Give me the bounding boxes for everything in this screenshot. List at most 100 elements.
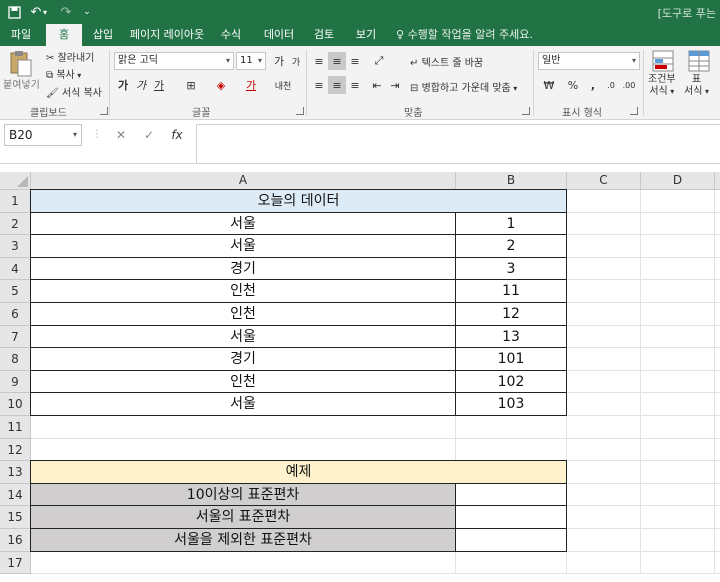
fill-color-icon[interactable]: ◈ bbox=[212, 76, 230, 94]
row-header[interactable]: 15 bbox=[0, 506, 31, 529]
select-all-corner[interactable] bbox=[0, 172, 31, 190]
increase-indent-icon[interactable]: ⇥ bbox=[386, 76, 404, 94]
increase-decimal-icon[interactable]: .0 bbox=[602, 76, 620, 94]
city-cell[interactable]: 서울 bbox=[31, 325, 456, 349]
column-header-c[interactable]: C bbox=[567, 172, 641, 190]
cancel-icon[interactable]: ✕ bbox=[110, 124, 132, 146]
format-as-table-button[interactable]: 표 서식 ▾ bbox=[684, 74, 709, 98]
value-cell[interactable]: 103 bbox=[456, 393, 567, 416]
decrease-indent-icon[interactable]: ⇤ bbox=[368, 76, 386, 94]
tab-home[interactable]: 홈 bbox=[46, 24, 82, 46]
row-header[interactable]: 16 bbox=[0, 529, 31, 552]
example-label-cell[interactable]: 서울의 표준편차 bbox=[31, 506, 456, 529]
format-as-table-icon[interactable] bbox=[688, 50, 710, 72]
city-cell[interactable]: 경기 bbox=[31, 257, 456, 281]
row-header[interactable]: 4 bbox=[0, 257, 31, 281]
borders-icon[interactable]: ⊞ bbox=[182, 76, 200, 94]
redo-icon[interactable]: ↷ bbox=[56, 2, 76, 22]
undo-dropdown-icon[interactable]: ▾ bbox=[40, 2, 50, 22]
value-cell[interactable]: 11 bbox=[456, 280, 567, 303]
row-header[interactable]: 3 bbox=[0, 235, 31, 258]
tab-review[interactable]: 검토 bbox=[306, 24, 342, 46]
city-cell[interactable]: 인천 bbox=[31, 280, 456, 303]
conditional-formatting-icon[interactable] bbox=[652, 50, 674, 72]
city-cell[interactable]: 서울 bbox=[31, 235, 456, 258]
merge-center-button[interactable]: ⊟ 병합하고 가운데 맞춤 ▾ bbox=[410, 79, 517, 94]
comma-icon[interactable]: , bbox=[584, 76, 602, 94]
row-header[interactable]: 12 bbox=[0, 438, 31, 462]
conditional-formatting-button[interactable]: 조건부 서식 ▾ bbox=[648, 74, 676, 98]
align-left-icon[interactable]: ≡ bbox=[310, 76, 328, 94]
tab-data[interactable]: 데이터 bbox=[258, 24, 300, 46]
city-cell[interactable]: 서울 bbox=[31, 393, 456, 416]
row-header[interactable]: 6 bbox=[0, 303, 31, 326]
bold-icon[interactable]: 가 bbox=[114, 76, 132, 94]
city-cell[interactable]: 인천 bbox=[31, 370, 456, 394]
row-header[interactable]: 14 bbox=[0, 483, 31, 507]
paste-button[interactable]: 붙여넣기 bbox=[3, 76, 40, 91]
increase-font-icon[interactable]: 가 bbox=[270, 52, 288, 70]
align-center-icon[interactable]: ≡ bbox=[328, 76, 346, 94]
city-cell[interactable]: 서울 bbox=[31, 212, 456, 236]
city-cell[interactable]: 경기 bbox=[31, 348, 456, 371]
align-right-icon[interactable]: ≡ bbox=[346, 76, 364, 94]
font-name-select[interactable]: 맑은 고딕 ▾ bbox=[114, 52, 234, 70]
number-launcher-icon[interactable] bbox=[630, 107, 638, 115]
font-launcher-icon[interactable] bbox=[296, 107, 304, 115]
copy-button[interactable]: ⧉ 복사 ▾ bbox=[46, 66, 81, 81]
value-cell[interactable]: 13 bbox=[456, 325, 567, 349]
row-header[interactable]: 10 bbox=[0, 393, 31, 416]
enter-icon[interactable]: ✓ bbox=[138, 124, 160, 146]
name-box[interactable]: B20 ▾ bbox=[4, 124, 82, 146]
underline-icon[interactable]: 가 bbox=[150, 76, 168, 94]
percent-icon[interactable]: % bbox=[564, 76, 582, 94]
column-header-d[interactable]: D bbox=[641, 172, 715, 190]
row-header[interactable]: 2 bbox=[0, 212, 31, 236]
value-cell[interactable]: 102 bbox=[456, 370, 567, 394]
alignment-launcher-icon[interactable] bbox=[522, 107, 530, 115]
example-title-cell[interactable]: 예제 bbox=[31, 461, 567, 484]
align-bottom-icon[interactable]: ≡ bbox=[346, 52, 364, 70]
column-header-a[interactable]: A bbox=[31, 172, 456, 190]
formula-bar-grip-icon[interactable]: ⋮ bbox=[92, 128, 102, 142]
phonetic-icon[interactable]: 내천 bbox=[274, 76, 292, 94]
number-format-select[interactable]: 일반 ▾ bbox=[538, 52, 640, 70]
value-cell[interactable]: 101 bbox=[456, 348, 567, 371]
formula-input[interactable] bbox=[196, 124, 720, 164]
example-value-cell[interactable] bbox=[456, 529, 567, 552]
example-label-cell[interactable]: 서울을 제외한 표준편차 bbox=[31, 529, 456, 552]
font-size-select[interactable]: 11 ▾ bbox=[236, 52, 266, 70]
align-top-icon[interactable]: ≡ bbox=[310, 52, 328, 70]
row-header[interactable]: 7 bbox=[0, 325, 31, 349]
insert-function-icon[interactable]: fx bbox=[166, 124, 188, 146]
column-header-e[interactable] bbox=[715, 172, 720, 190]
tell-me-box[interactable]: ♀ 수행할 작업을 알려 주세요. bbox=[396, 24, 533, 46]
tab-insert[interactable]: 삽입 bbox=[86, 24, 120, 46]
row-header[interactable]: 9 bbox=[0, 370, 31, 394]
value-cell[interactable]: 12 bbox=[456, 303, 567, 326]
row-header[interactable]: 1 bbox=[0, 190, 31, 213]
title-cell[interactable]: 오늘의 데이터 bbox=[31, 190, 567, 213]
row-header[interactable]: 13 bbox=[0, 461, 31, 484]
wrap-text-button[interactable]: ↵ 텍스트 줄 바꿈 bbox=[410, 54, 483, 69]
accounting-icon[interactable]: ₩ bbox=[540, 76, 558, 94]
tab-view[interactable]: 보기 bbox=[348, 24, 384, 46]
clipboard-launcher-icon[interactable] bbox=[100, 107, 108, 115]
value-cell[interactable]: 2 bbox=[456, 235, 567, 258]
value-cell[interactable]: 3 bbox=[456, 257, 567, 281]
example-value-cell[interactable] bbox=[456, 483, 567, 507]
font-color-icon[interactable]: 가 bbox=[242, 76, 260, 94]
decrease-font-icon[interactable]: 가 bbox=[287, 52, 305, 70]
row-header[interactable]: 11 bbox=[0, 416, 31, 439]
orientation-icon[interactable]: ⤢ bbox=[370, 52, 388, 70]
row-header[interactable]: 5 bbox=[0, 280, 31, 303]
tab-file[interactable]: 파일 bbox=[4, 24, 38, 46]
format-painter-button[interactable]: 🖌 서식 복사 bbox=[46, 84, 102, 99]
decrease-decimal-icon[interactable]: .00 bbox=[620, 76, 638, 94]
cut-button[interactable]: ✂ 잘라내기 bbox=[46, 49, 94, 64]
customize-quick-access-icon[interactable]: ⌄ bbox=[80, 2, 94, 22]
example-label-cell[interactable]: 10이상의 표준편차 bbox=[31, 483, 456, 507]
paste-icon[interactable] bbox=[8, 50, 38, 78]
row-header[interactable]: 8 bbox=[0, 348, 31, 371]
tab-page-layout[interactable]: 페이지 레이아웃 bbox=[124, 24, 210, 46]
